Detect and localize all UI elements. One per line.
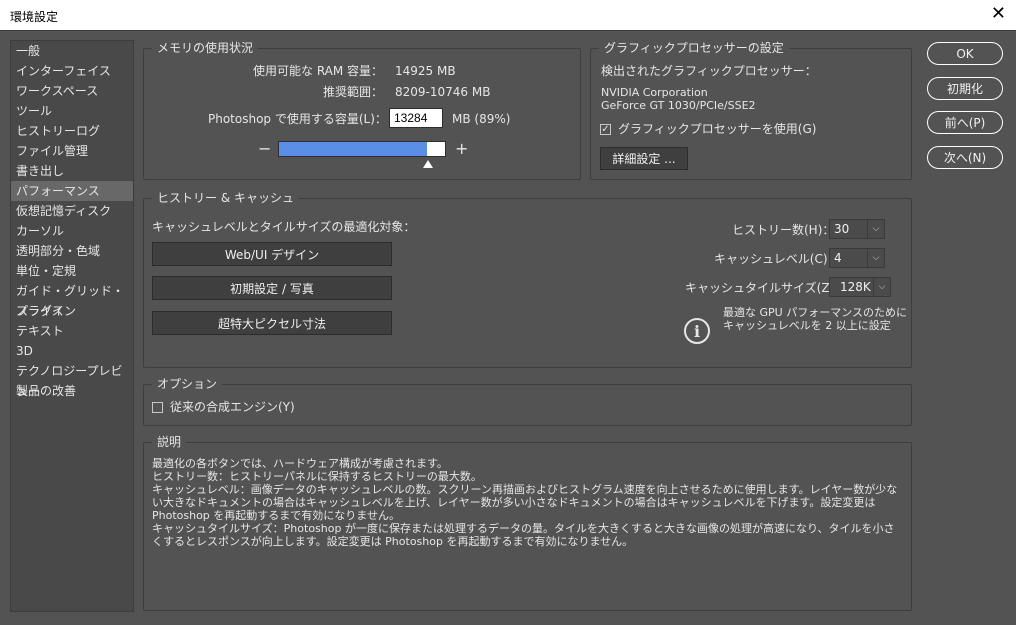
optimize-web-ui-button[interactable]: Web/UI デザイン [152, 242, 392, 266]
sidebar-item[interactable]: ヒストリーログ [11, 121, 133, 141]
gpu-note-line1: 最適な GPU パフォーマンスのために [723, 306, 907, 319]
sidebar-item[interactable]: 仮想記憶ディスク [11, 201, 133, 221]
cache-tile-size-value: 128K [840, 280, 871, 294]
options-title: オプション [152, 376, 223, 392]
optimize-for-label: キャッシュレベルとタイルサイズの最適化対象： [152, 220, 416, 234]
sidebar-item[interactable]: 単位・定規 [11, 261, 133, 281]
cache-levels-value: 4 [834, 251, 842, 265]
gpu-note-line2: キャッシュレベルを 2 以上に設定 [723, 319, 891, 332]
prev-button[interactable]: 前へ(P) [927, 111, 1003, 134]
description-title: 説明 [152, 434, 187, 450]
chevron-down-icon: ⌵ [867, 220, 884, 238]
legacy-compositing-label: 従来の合成エンジン(Y) [170, 400, 295, 414]
sidebar-item[interactable]: カーソル [11, 221, 133, 241]
memory-slider-fill [279, 142, 427, 156]
description-text: 最適化の各ボタンでは、ハードウェア構成が考慮されます。 ヒストリー数：ヒストリー… [152, 457, 902, 548]
available-ram-label: 使用可能な RAM 容量： [253, 64, 384, 78]
history-states-select[interactable]: 30 ⌵ [829, 219, 885, 239]
available-ram-value: 14925 MB [395, 64, 456, 78]
recommended-range-value: 8209-10746 MB [395, 85, 491, 99]
sidebar-item[interactable]: インターフェイス [11, 61, 133, 81]
slider-minus-icon[interactable]: − [258, 139, 271, 158]
description-line: 最適化の各ボタンでは、ハードウェア構成が考慮されます。 [152, 457, 448, 470]
description-line: キャッシュレベル：画像データのキャッシュレベルの数。スクリーン再描画およびヒスト… [152, 483, 898, 522]
use-gpu-label: グラフィックプロセッサーを使用(G) [618, 122, 817, 136]
legacy-compositing-checkbox[interactable] [152, 402, 163, 413]
sidebar-item[interactable]: ファイル管理 [11, 141, 133, 161]
sidebar-list: 一般 インターフェイス ワークスペース ツール ヒストリーログ ファイル管理 書き出し パフォ… [11, 41, 133, 401]
memory-usage-unit: MB (89%) [452, 112, 511, 126]
use-gpu-checkbox[interactable]: ✓ [600, 124, 611, 135]
sidebar-item[interactable]: 一般 [11, 41, 133, 61]
gpu-vendor: NVIDIA Corporation [601, 86, 708, 99]
sidebar-item[interactable]: 書き出し [11, 161, 133, 181]
ok-button[interactable]: OK [927, 42, 1003, 65]
preferences-sidebar: 一般 インターフェイス ワークスペース ツール ヒストリーログ ファイル管理 書き出し パフォ… [10, 40, 134, 612]
description-line: キャッシュタイルサイズ：Photoshop が一度に保存または処理するデータの量… [152, 522, 895, 548]
recommended-range-label: 推奨範囲： [323, 85, 384, 99]
sidebar-item[interactable]: テキスト [11, 321, 133, 341]
sidebar-item[interactable]: ツール [11, 101, 133, 121]
photoshop-usage-label: Photoshop で使用する容量(L)： [208, 112, 387, 126]
history-cache-title: ヒストリー & キャッシュ [152, 190, 299, 206]
description-line: ヒストリー数：ヒストリーパネルに保持するヒストリーの最大数。 [152, 470, 482, 483]
sidebar-item[interactable]: 3D [11, 341, 133, 361]
sidebar-item[interactable]: ワークスペース [11, 81, 133, 101]
chevron-down-icon: ⌵ [867, 249, 884, 267]
memory-slider-thumb[interactable] [422, 160, 433, 168]
info-icon: i [684, 318, 710, 344]
advanced-settings-button[interactable]: 詳細設定 ... [600, 147, 688, 170]
optimize-huge-pixel-button[interactable]: 超特大ピクセル寸法 [152, 311, 392, 335]
reset-button[interactable]: 初期化 [927, 77, 1003, 100]
close-icon[interactable]: ✕ [991, 4, 1006, 24]
window-title: 環境設定 [10, 10, 59, 24]
sidebar-item[interactable]: ガイド・グリッド・スライス [11, 281, 133, 318]
optimize-default-photo-button[interactable]: 初期設定 / 写真 [152, 276, 392, 300]
gpu-settings-title: グラフィックプロセッサーの設定 [599, 40, 789, 56]
history-states-label: ヒストリー数(H)： [732, 223, 835, 237]
next-button[interactable]: 次へ(N) [927, 146, 1003, 169]
sidebar-item[interactable]: テクノロジープレビュー [11, 361, 133, 398]
history-states-value: 30 [834, 222, 850, 236]
detected-gpu-label: 検出されたグラフィックプロセッサー： [601, 64, 817, 78]
cache-levels-label: キャッシュレベル(C)： [714, 252, 840, 266]
title-bar: 環境設定 ✕ [0, 0, 1016, 30]
sidebar-item[interactable]: プラグイン [11, 301, 133, 321]
cache-tile-size-label: キャッシュタイルサイズ(Z)： [685, 281, 847, 295]
gpu-model: GeForce GT 1030/PCIe/SSE2 [601, 99, 756, 112]
slider-plus-icon[interactable]: + [455, 139, 468, 158]
sidebar-item[interactable]: 透明部分・色域 [11, 241, 133, 261]
memory-usage-title: メモリの使用状況 [152, 40, 259, 56]
sidebar-item[interactable]: 製品の改善 [11, 381, 133, 401]
chevron-down-icon: ⌵ [873, 278, 890, 296]
cache-tile-size-select[interactable]: 128K ⌵ [829, 277, 891, 297]
cache-levels-select[interactable]: 4 ⌵ [829, 248, 885, 268]
memory-slider[interactable] [278, 141, 446, 157]
sidebar-item[interactable]: パフォーマンス [11, 181, 133, 201]
memory-usage-input[interactable] [389, 108, 443, 128]
